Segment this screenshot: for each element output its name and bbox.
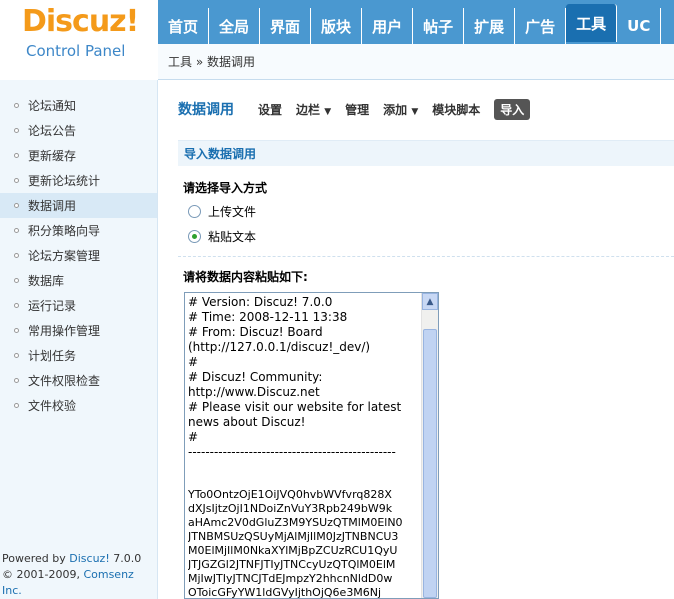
bullet-icon	[14, 178, 19, 183]
sidebar-item-credit-wizard[interactable]: 积分策略向导	[0, 218, 157, 243]
sidebar-item-label: 论坛公告	[28, 124, 77, 138]
radio-icon[interactable]	[188, 205, 201, 218]
sub-nav: 数据调用 设置 边栏 ▼ 管理 添加 ▼ 模块脚本 导入	[166, 90, 674, 128]
header: Discuz! Control Panel 首页 全局 界面 版块 用户 帖子 …	[0, 0, 674, 80]
sidebar-item-label: 积分策略向导	[28, 224, 101, 238]
breadcrumb-text: 工具 » 数据调用	[168, 55, 255, 69]
bullet-icon	[14, 228, 19, 233]
logo-subtitle: Control Panel	[26, 42, 126, 60]
sidebar-item-run-log[interactable]: 运行记录	[0, 293, 157, 318]
nav-item-forums[interactable]: 版块	[311, 8, 363, 44]
sidebar-item-file-verify[interactable]: 文件校验	[0, 393, 157, 418]
subnav-manage[interactable]: 管理	[345, 101, 369, 118]
sidebar-item-label: 数据库	[28, 274, 65, 288]
nav-item-ads[interactable]: 广告	[515, 8, 567, 44]
sidebar-item-scheme-management[interactable]: 论坛方案管理	[0, 243, 157, 268]
subnav-add-label: 添加	[383, 102, 408, 117]
copyright-prefix: © 2001-2009,	[2, 568, 84, 581]
nav-item-users[interactable]: 用户	[362, 8, 414, 44]
bullet-icon	[14, 128, 19, 133]
nav-item-posts[interactable]: 帖子	[413, 8, 465, 44]
paste-label: 请将数据内容粘贴如下:	[183, 270, 308, 284]
nav-item-extensions[interactable]: 扩展	[464, 8, 516, 44]
chevron-down-icon: ▼	[411, 106, 419, 117]
breadcrumb: 工具 » 数据调用	[158, 44, 674, 80]
sidebar-item-label: 论坛方案管理	[28, 249, 101, 263]
textarea-encoded-data: YTo0OntzOjE1OiJVQ0hvbWVfvrq828X dXJsIjtz…	[188, 488, 403, 599]
section-title-text: 导入数据调用	[184, 147, 257, 161]
scrollbar-thumb[interactable]	[423, 329, 437, 598]
top-nav: 首页 全局 界面 版块 用户 帖子 扩展 广告 工具 UC	[158, 4, 662, 44]
sidebar-item-announcements[interactable]: 论坛公告	[0, 118, 157, 143]
bullet-icon	[14, 328, 19, 333]
sidebar-item-label: 更新论坛统计	[28, 174, 101, 188]
nav-item-uc[interactable]: UC	[617, 8, 662, 44]
sidebar-item-common-ops[interactable]: 常用操作管理	[0, 318, 157, 343]
sidebar-item-scheduled-tasks[interactable]: 计划任务	[0, 343, 157, 368]
copyright: © 2001-2009, Comsenz Inc.	[2, 567, 156, 599]
bullet-icon	[14, 203, 19, 208]
powered-version: 7.0.0	[109, 552, 142, 565]
sidebar-item-label: 数据调用	[28, 199, 77, 213]
bullet-icon	[14, 253, 19, 258]
powered-prefix: Powered by	[2, 552, 70, 565]
footer: Powered by Discuz! 7.0.0 © 2001-2009, Co…	[2, 551, 156, 599]
sidebar-item-label: 文件校验	[28, 399, 77, 413]
sidebar-item-label: 运行记录	[28, 299, 77, 313]
bullet-icon	[14, 378, 19, 383]
subnav-sidebar-dropdown[interactable]: 边栏 ▼	[296, 101, 331, 118]
bullet-icon	[14, 278, 19, 283]
textarea-header-text: # Version: Discuz! 7.0.0 # Time: 2008-12…	[188, 295, 402, 459]
subnav-module-script[interactable]: 模块脚本	[432, 101, 480, 118]
subnav-import[interactable]: 导入	[494, 98, 531, 120]
sidebar: 论坛通知 论坛公告 更新缓存 更新论坛统计 数据调用 积分策略向导 论坛方案管理…	[0, 80, 158, 599]
nav-item-tools[interactable]: 工具	[566, 4, 618, 42]
subnav-add-dropdown[interactable]: 添加 ▼	[383, 101, 418, 118]
scroll-up-arrow-icon[interactable]: ▲	[422, 293, 438, 310]
bullet-icon	[14, 103, 19, 108]
radio-paste-label: 粘贴文本	[208, 230, 257, 244]
page-title: 数据调用	[178, 102, 234, 118]
logo[interactable]: Discuz! Control Panel	[0, 0, 158, 80]
radio-upload-label: 上传文件	[208, 205, 257, 219]
section-title: 导入数据调用	[178, 140, 674, 166]
nav-item-interface[interactable]: 界面	[260, 8, 312, 44]
sidebar-item-file-permissions[interactable]: 文件权限检查	[0, 368, 157, 393]
subnav-sidebar-label: 边栏	[296, 102, 321, 117]
radio-paste-text[interactable]: 粘贴文本	[188, 228, 256, 245]
nav-item-home[interactable]: 首页	[158, 8, 210, 44]
powered-brand-link[interactable]: Discuz!	[69, 552, 109, 565]
import-textarea[interactable]: # Version: Discuz! 7.0.0 # Time: 2008-12…	[184, 292, 439, 599]
bullet-icon	[14, 353, 19, 358]
sidebar-item-label: 文件权限检查	[28, 374, 101, 388]
bullet-icon	[14, 303, 19, 308]
sidebar-item-label: 常用操作管理	[28, 324, 101, 338]
bullet-icon	[14, 153, 19, 158]
sidebar-item-label: 计划任务	[28, 349, 77, 363]
sidebar-item-database[interactable]: 数据库	[0, 268, 157, 293]
nav-item-global[interactable]: 全局	[209, 8, 261, 44]
sidebar-item-update-cache[interactable]: 更新缓存	[0, 143, 157, 168]
divider	[178, 256, 674, 257]
main-content: 数据调用 设置 边栏 ▼ 管理 添加 ▼ 模块脚本 导入 导入数据调用 请选择导…	[166, 90, 674, 284]
import-method-label: 请选择导入方式	[183, 181, 268, 195]
sidebar-item-data-call[interactable]: 数据调用	[0, 193, 157, 218]
radio-checked-icon[interactable]	[188, 230, 201, 243]
powered-by: Powered by Discuz! 7.0.0	[2, 551, 156, 567]
sidebar-item-forum-notice[interactable]: 论坛通知	[0, 93, 157, 118]
sidebar-item-label: 论坛通知	[28, 99, 77, 113]
radio-upload-file[interactable]: 上传文件	[188, 203, 256, 220]
scrollbar[interactable]: ▲	[421, 293, 438, 598]
sidebar-item-label: 更新缓存	[28, 149, 77, 163]
bullet-icon	[14, 403, 19, 408]
sidebar-menu: 论坛通知 论坛公告 更新缓存 更新论坛统计 数据调用 积分策略向导 论坛方案管理…	[0, 80, 157, 418]
subnav-settings[interactable]: 设置	[258, 101, 282, 118]
logo-brand: Discuz!	[22, 4, 139, 39]
sidebar-item-update-stats[interactable]: 更新论坛统计	[0, 168, 157, 193]
chevron-down-icon: ▼	[324, 106, 332, 117]
